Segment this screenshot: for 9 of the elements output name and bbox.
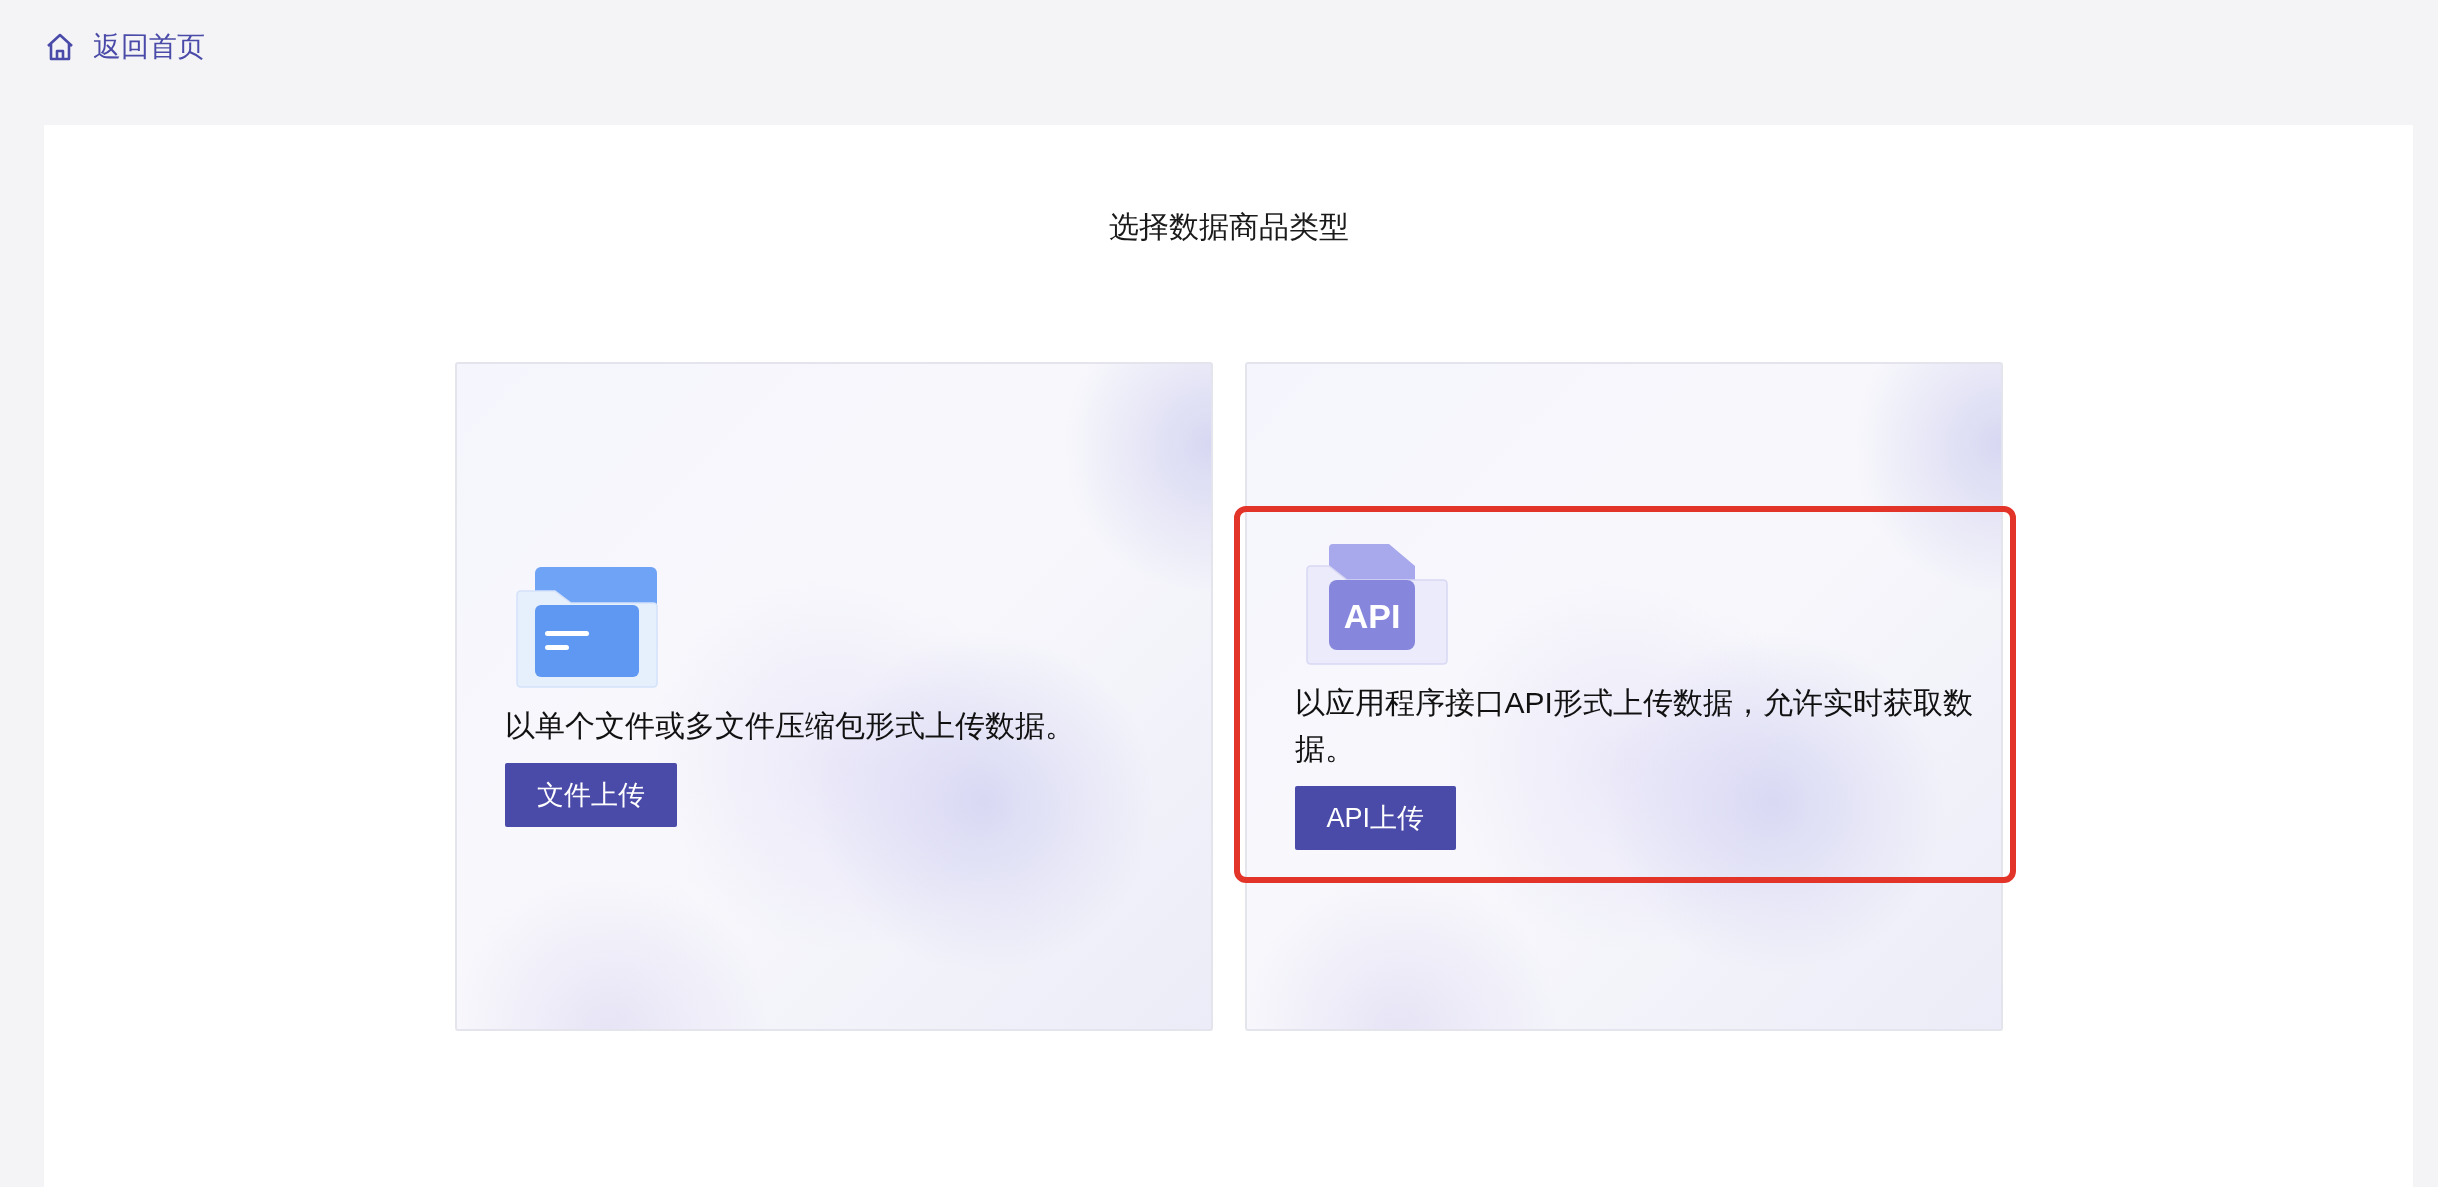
folder-icon (514, 566, 659, 689)
upload-button[interactable]: 文件上传 (504, 762, 677, 827)
icon-label: API (1343, 596, 1400, 635)
home-link[interactable]: 返回首页 (45, 28, 205, 66)
card-description: 以单个文件或多文件压缩包形式上传数据。 (504, 707, 1075, 744)
page-title: 选择数据商品类型 (1108, 209, 1349, 245)
card-description: 以应用程序接口API形式上传数据，允许实时获取数据。 (1294, 684, 1974, 767)
upload-button[interactable]: API上传 (1294, 785, 1457, 850)
home-icon (45, 32, 75, 62)
